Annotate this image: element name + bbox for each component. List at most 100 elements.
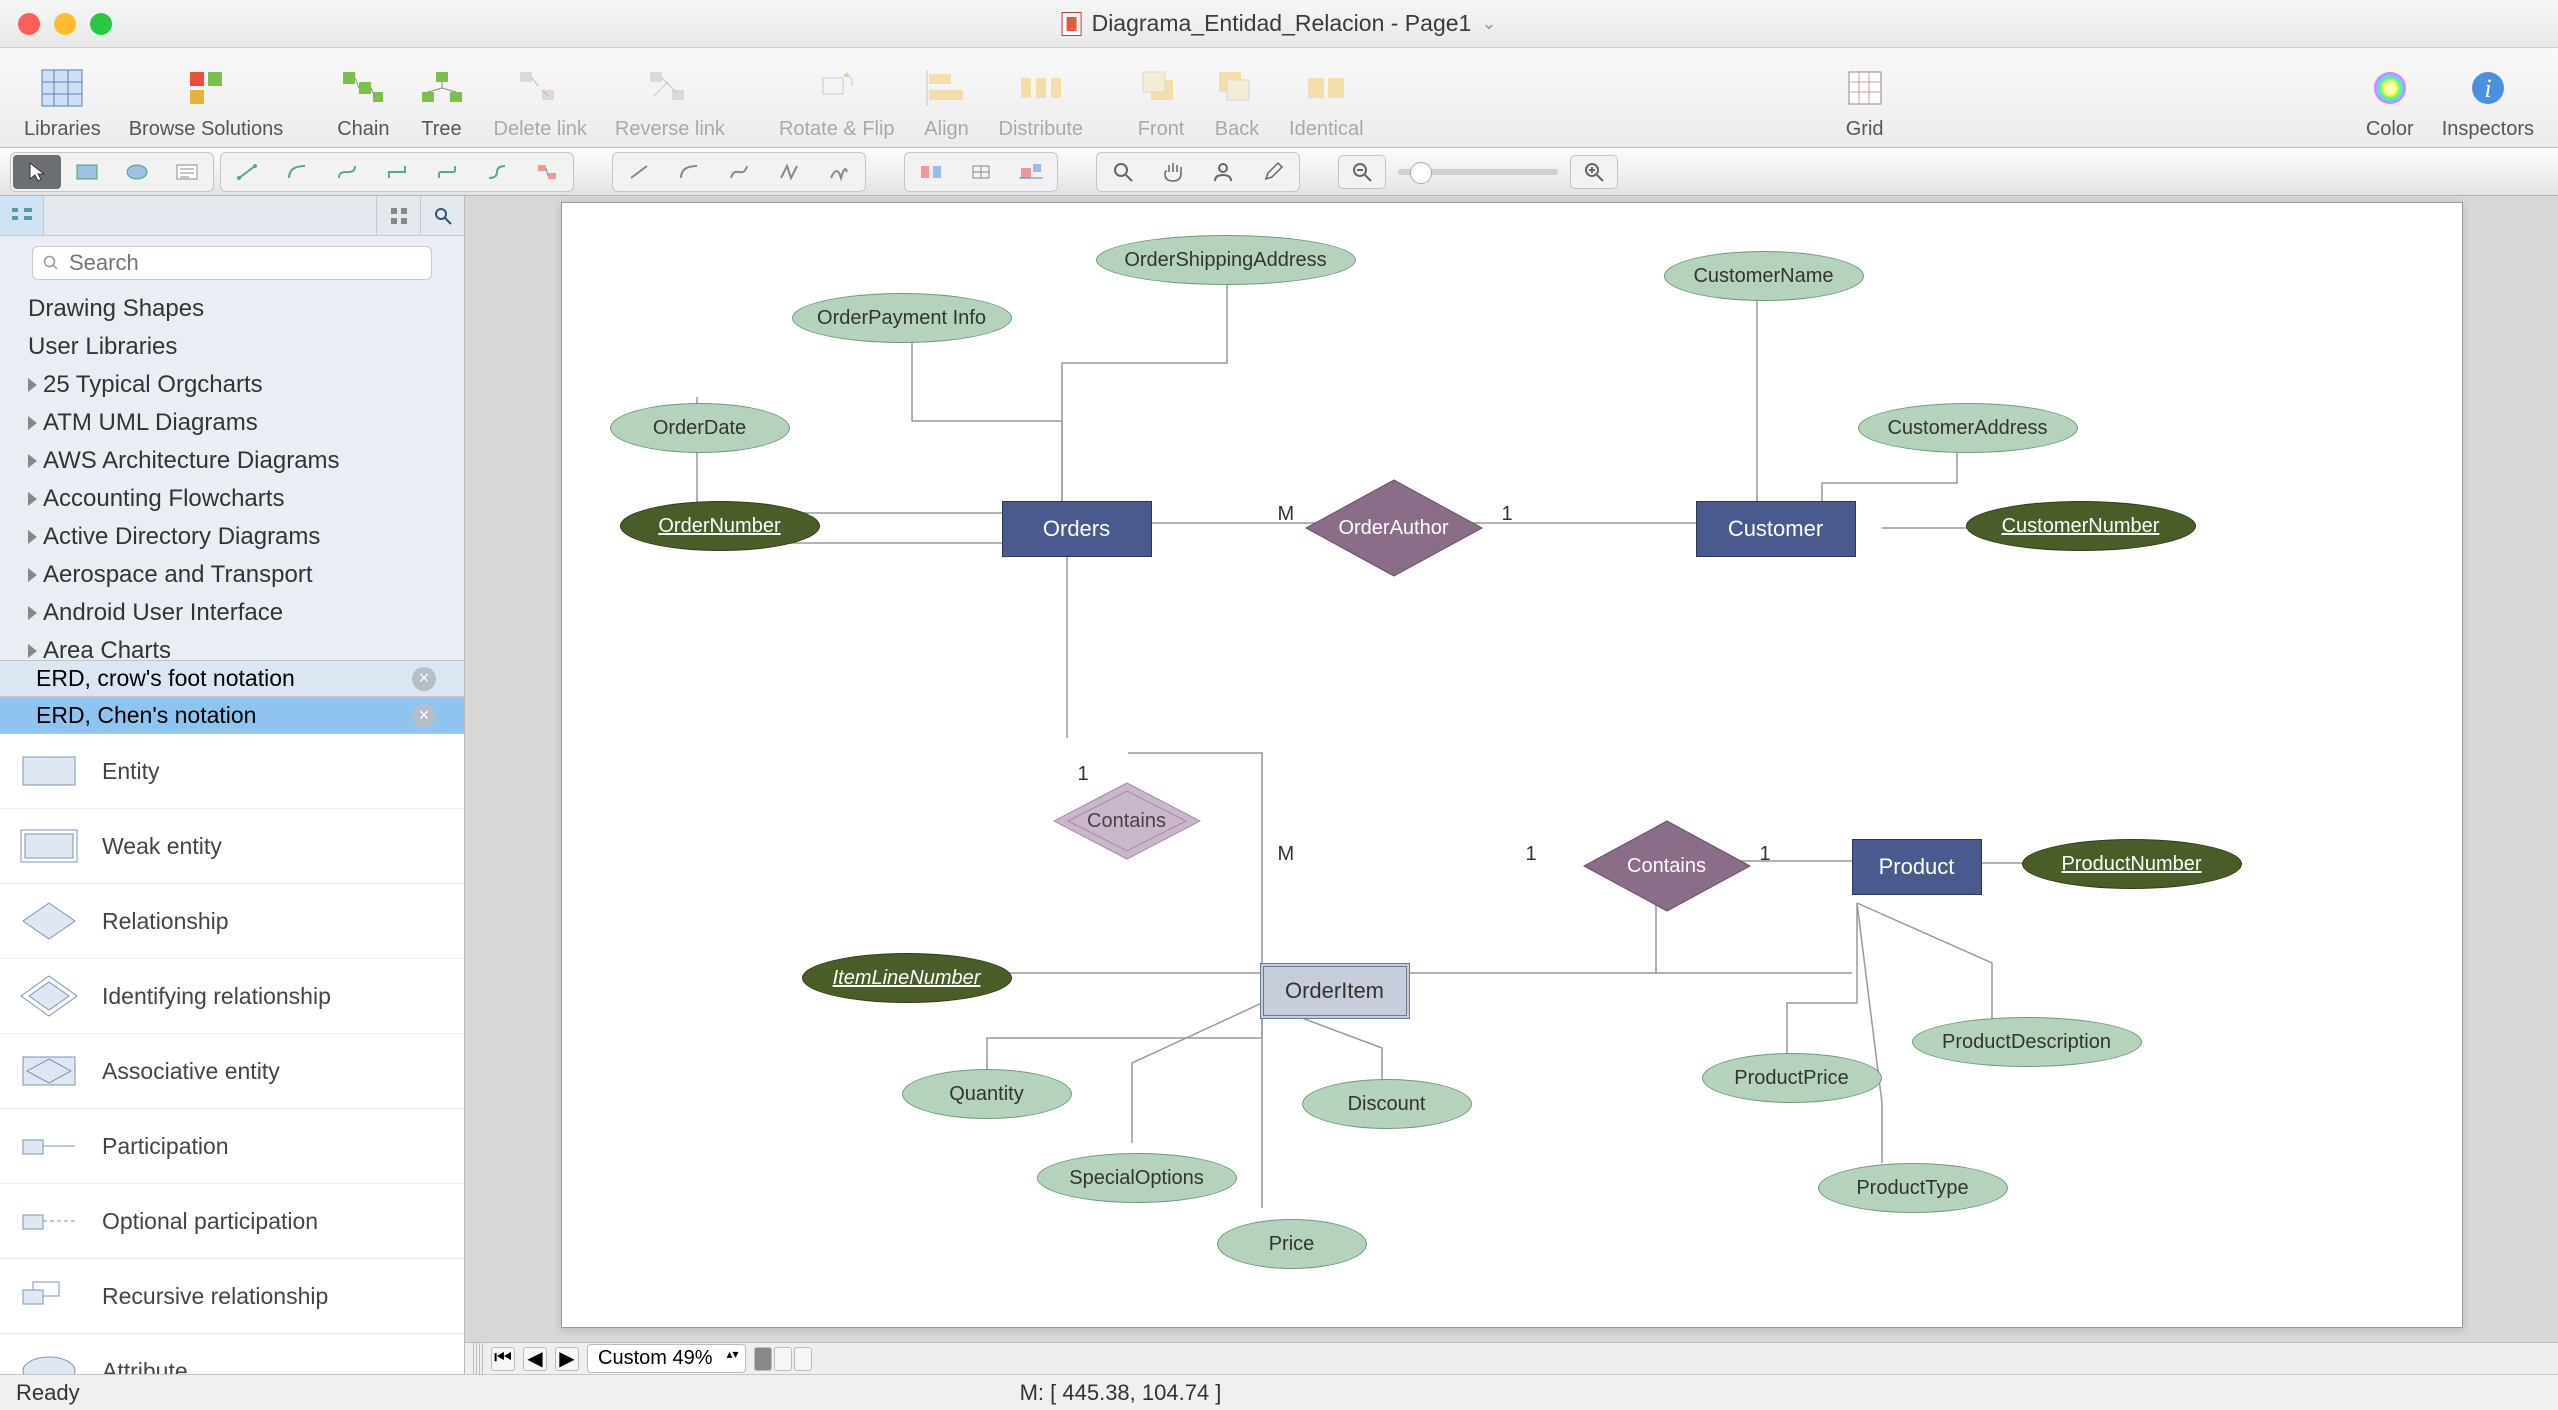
- snap-grid[interactable]: [957, 155, 1005, 189]
- entity-product[interactable]: Product: [1852, 839, 1982, 895]
- document-title[interactable]: Diagrama_Entidad_Relacion - Page1 ⌄: [1062, 10, 1497, 37]
- lib-cat-drawing-shapes[interactable]: Drawing Shapes: [0, 290, 464, 328]
- minimize-window-icon[interactable]: [54, 13, 76, 35]
- conn-direct[interactable]: [223, 155, 271, 189]
- lib-cat-orgcharts[interactable]: 25 Typical Orgcharts: [0, 366, 464, 404]
- maximize-window-icon[interactable]: [90, 13, 112, 35]
- stencil-entity[interactable]: Entity: [0, 734, 464, 809]
- color-button[interactable]: Color: [2352, 64, 2428, 141]
- open-library-crowfoot[interactable]: ERD, crow's foot notation ×: [0, 660, 464, 697]
- attr-order-shipping[interactable]: OrderShippingAddress: [1096, 235, 1356, 285]
- close-icon[interactable]: ×: [412, 667, 436, 691]
- lib-cat-android[interactable]: Android User Interface: [0, 594, 464, 632]
- open-library-chen[interactable]: ERD, Chen's notation ×: [0, 697, 464, 734]
- key-attr-customer-number[interactable]: CustomerNumber: [1966, 501, 2196, 551]
- relationship-order-author[interactable]: OrderAuthor: [1304, 478, 1484, 578]
- lib-cat-aerospace[interactable]: Aerospace and Transport: [0, 556, 464, 594]
- pointer-tool[interactable]: [13, 155, 61, 189]
- lib-cat-user-libraries[interactable]: User Libraries: [0, 328, 464, 366]
- stencil-identifying-relationship[interactable]: Identifying relationship: [0, 959, 464, 1034]
- arc-tool[interactable]: [665, 155, 713, 189]
- lib-cat-atm-uml[interactable]: ATM UML Diagrams: [0, 404, 464, 442]
- ellipse-tool[interactable]: [113, 155, 161, 189]
- attr-price[interactable]: Price: [1217, 1219, 1367, 1269]
- zoom-in-button[interactable]: [1570, 155, 1618, 189]
- zoom-out-button[interactable]: [1338, 155, 1386, 189]
- conn-smart[interactable]: [373, 155, 421, 189]
- chain-button[interactable]: Chain: [323, 64, 403, 141]
- attr-order-date[interactable]: OrderDate: [610, 403, 790, 453]
- drawing-page[interactable]: Orders Customer Product OrderItem OrderA…: [561, 202, 2463, 1328]
- conn-curve[interactable]: [473, 155, 521, 189]
- close-window-icon[interactable]: [18, 13, 40, 35]
- inspectors-button[interactable]: i Inspectors: [2428, 64, 2548, 141]
- relationship-contains-2[interactable]: Contains: [1582, 819, 1752, 913]
- sidebar-mode-grid[interactable]: [376, 196, 420, 235]
- browse-solutions-button[interactable]: Browse Solutions: [115, 64, 298, 141]
- attr-product-type[interactable]: ProductType: [1818, 1163, 2008, 1213]
- zoom-tool[interactable]: [1099, 155, 1147, 189]
- spline-tool-2[interactable]: [815, 155, 863, 189]
- conn-bezier[interactable]: [323, 155, 371, 189]
- rect-tool[interactable]: [63, 155, 111, 189]
- relationship-contains-1[interactable]: Contains: [1052, 781, 1202, 861]
- tree-button[interactable]: Tree: [404, 64, 480, 141]
- stencil-attribute[interactable]: Attribute: [0, 1334, 464, 1374]
- text-tool[interactable]: [163, 155, 211, 189]
- page-tab-1[interactable]: [754, 1347, 772, 1371]
- lib-cat-aws[interactable]: AWS Architecture Diagrams: [0, 442, 464, 480]
- stencil-optional-participation[interactable]: Optional participation: [0, 1184, 464, 1259]
- attr-quantity[interactable]: Quantity: [902, 1069, 1072, 1119]
- conn-round[interactable]: [423, 155, 471, 189]
- lib-cat-area-charts[interactable]: Area Charts: [0, 632, 464, 660]
- lib-cat-accounting[interactable]: Accounting Flowcharts: [0, 480, 464, 518]
- sidebar-search-toggle[interactable]: [420, 196, 464, 235]
- stencil-associative-entity[interactable]: Associative entity: [0, 1034, 464, 1109]
- next-page-button[interactable]: ▶: [555, 1347, 579, 1371]
- stencil-relationship[interactable]: Relationship: [0, 884, 464, 959]
- lib-cat-active-directory[interactable]: Active Directory Diagrams: [0, 518, 464, 556]
- stencil-weak-entity[interactable]: Weak entity: [0, 809, 464, 884]
- attr-customer-name[interactable]: CustomerName: [1664, 251, 1864, 301]
- attr-order-payment[interactable]: OrderPayment Info: [792, 293, 1012, 343]
- user-tool[interactable]: [1199, 155, 1247, 189]
- conn-spline[interactable]: [523, 155, 571, 189]
- attr-product-price[interactable]: ProductPrice: [1702, 1053, 1882, 1103]
- attr-discount[interactable]: Discount: [1302, 1079, 1472, 1129]
- line-tool[interactable]: [615, 155, 663, 189]
- pencil-tool[interactable]: [1249, 155, 1297, 189]
- page-tab-3[interactable]: [794, 1347, 812, 1371]
- grid-button[interactable]: Grid: [1827, 64, 1903, 141]
- close-icon[interactable]: ×: [412, 704, 436, 728]
- key-attr-order-number[interactable]: OrderNumber: [620, 501, 820, 551]
- pan-tool[interactable]: [1149, 155, 1197, 189]
- library-category-list[interactable]: Drawing Shapes User Libraries 25 Typical…: [0, 290, 464, 660]
- page-tab-2[interactable]: [774, 1347, 792, 1371]
- key-attr-item-line-number[interactable]: ItemLineNumber: [802, 953, 1012, 1003]
- prev-page-button[interactable]: ◀: [523, 1347, 547, 1371]
- stencil-recursive-relationship[interactable]: Recursive relationship: [0, 1259, 464, 1334]
- attr-special-options[interactable]: SpecialOptions: [1037, 1153, 1237, 1203]
- bezier-tool[interactable]: [715, 155, 763, 189]
- canvas-scroll[interactable]: Orders Customer Product OrderItem OrderA…: [465, 196, 2558, 1342]
- zoom-slider[interactable]: [1398, 169, 1558, 175]
- attr-customer-address[interactable]: CustomerAddress: [1858, 403, 2078, 453]
- entity-orders[interactable]: Orders: [1002, 501, 1152, 557]
- first-page-button[interactable]: ⏮: [491, 1347, 515, 1371]
- sidebar-mode-tree[interactable]: [0, 196, 44, 235]
- entity-customer[interactable]: Customer: [1696, 501, 1856, 557]
- zoom-select[interactable]: Custom 49%▴▾: [587, 1344, 746, 1373]
- spline-tool[interactable]: [765, 155, 813, 189]
- conn-arc[interactable]: [273, 155, 321, 189]
- key-attr-product-number[interactable]: ProductNumber: [2022, 839, 2242, 889]
- search-input[interactable]: [32, 246, 432, 280]
- attr-product-description[interactable]: ProductDescription: [1912, 1017, 2142, 1067]
- chevron-down-icon[interactable]: ⌄: [1481, 13, 1496, 34]
- splitter-handle[interactable]: [473, 1343, 483, 1375]
- snap-guide[interactable]: [1007, 155, 1055, 189]
- stencil-participation[interactable]: Participation: [0, 1109, 464, 1184]
- libraries-button[interactable]: Libraries: [10, 64, 115, 141]
- snap-object[interactable]: [907, 155, 955, 189]
- weak-entity-orderitem[interactable]: OrderItem: [1260, 963, 1410, 1019]
- stencil-list[interactable]: Entity Weak entity Relationship Identify…: [0, 734, 464, 1374]
